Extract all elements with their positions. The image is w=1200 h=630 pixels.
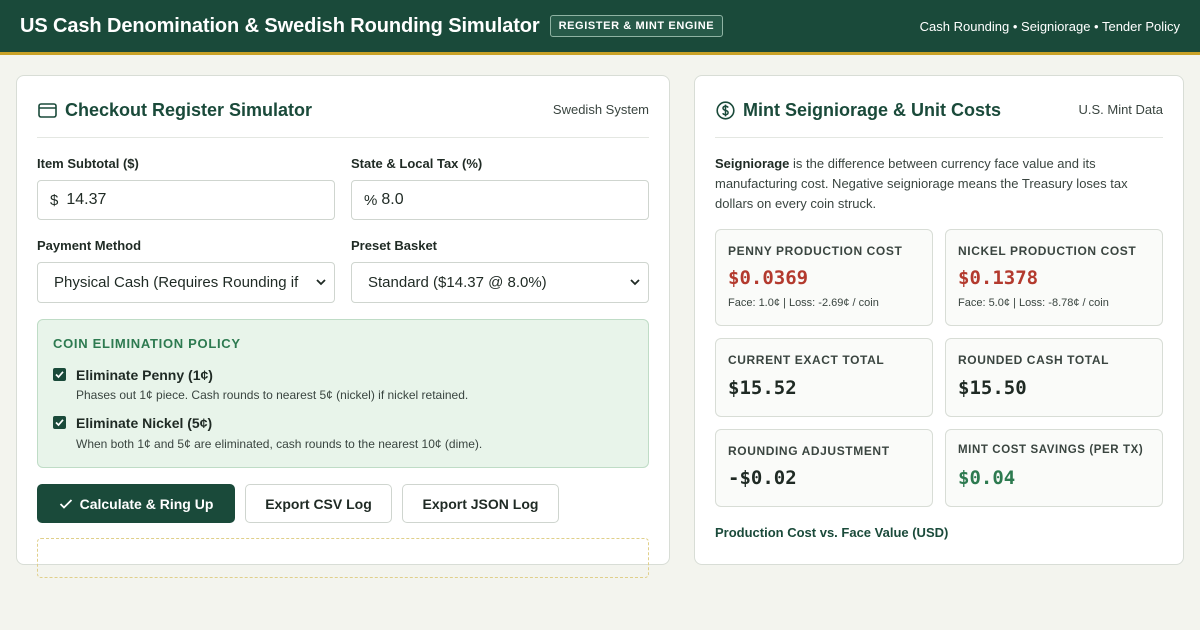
preset-basket-label: Preset Basket [351, 238, 437, 253]
eliminate-nickel-checkbox[interactable] [53, 416, 66, 429]
stat-label: CURRENT EXACT TOTAL [728, 353, 885, 367]
payment-method-select[interactable]: Physical Cash (Requires Rounding if [37, 262, 335, 303]
mint-savings-stat: MINT COST SAVINGS (PER TX) $0.04 [945, 429, 1163, 507]
tax-label: State & Local Tax (%) [351, 156, 483, 171]
penny-cost-stat: PENNY PRODUCTION COST $0.0369 Face: 1.0¢… [715, 229, 933, 326]
dollar-prefix: $ [50, 191, 59, 209]
seigniorage-term: Seigniorage [715, 156, 790, 171]
register-system-tag: Swedish System [552, 102, 649, 117]
coin-elimination-policy: COIN ELIMINATION POLICY Eliminate Penny … [37, 319, 649, 468]
check-icon [55, 419, 64, 427]
payment-method-label: Payment Method [37, 238, 142, 253]
stat-label: MINT COST SAVINGS (PER TX) [958, 444, 1144, 456]
nickel-cost-stat: NICKEL PRODUCTION COST $0.1378 Face: 5.0… [945, 229, 1163, 326]
seigniorage-intro: Seigniorage is the difference between cu… [715, 154, 1163, 214]
register-card-header: Checkout Register Simulator Swedish Syst… [37, 98, 649, 138]
dollar-coin-icon [715, 98, 735, 122]
mint-card: Mint Seigniorage & Unit Costs U.S. Mint … [694, 75, 1184, 565]
exact-total-stat: CURRENT EXACT TOTAL $15.52 [715, 338, 933, 417]
cost-chart-title: Production Cost vs. Face Value (USD) [715, 525, 949, 540]
eliminate-penny-label[interactable]: Eliminate Penny (1¢) [76, 367, 213, 383]
preset-basket-value: Standard ($14.37 @ 8.0%) [368, 274, 547, 291]
register-icon [37, 98, 57, 122]
export-json-button[interactable]: Export JSON Log [402, 484, 559, 523]
export-json-label: Export JSON Log [422, 495, 539, 512]
policy-title: COIN ELIMINATION POLICY [53, 336, 241, 351]
payment-method-value: Physical Cash (Requires Rounding if [54, 274, 299, 291]
subtotal-label: Item Subtotal ($) [37, 156, 139, 171]
stat-label: ROUNDED CASH TOTAL [958, 353, 1110, 367]
top-bar: US Cash Denomination & Swedish Rounding … [0, 0, 1200, 55]
stat-value: $0.04 [958, 467, 1016, 489]
stat-value: $15.50 [958, 377, 1027, 399]
check-icon [59, 498, 72, 509]
stat-note: Face: 5.0¢ | Loss: -8.78¢ / coin [958, 297, 1109, 309]
preset-basket-select[interactable]: Standard ($14.37 @ 8.0%) [351, 262, 649, 303]
stat-label: NICKEL PRODUCTION COST [958, 244, 1137, 258]
eliminate-penny-checkbox[interactable] [53, 368, 66, 381]
calculate-button-label: Calculate & Ring Up [79, 495, 214, 512]
stat-value: $0.1378 [958, 267, 1039, 289]
stat-value: $0.0369 [728, 267, 809, 289]
register-title: Checkout Register Simulator [65, 100, 313, 120]
stat-value: -$0.02 [728, 467, 797, 489]
subtotal-input[interactable]: $ 14.37 [37, 180, 335, 220]
mint-card-header: Mint Seigniorage & Unit Costs U.S. Mint … [715, 98, 1163, 138]
rounded-total-stat: ROUNDED CASH TOTAL $15.50 [945, 338, 1163, 417]
tax-value: 8.0 [381, 191, 404, 208]
tax-input[interactable]: % 8.0 [351, 180, 649, 220]
stat-label: ROUNDING ADJUSTMENT [728, 444, 890, 458]
mint-title: Mint Seigniorage & Unit Costs [743, 100, 1002, 120]
export-csv-label: Export CSV Log [265, 495, 372, 512]
register-card: Checkout Register Simulator Swedish Syst… [16, 75, 670, 578]
chevron-down-icon [316, 279, 326, 286]
top-nav-links[interactable]: Cash Rounding • Seigniorage • Tender Pol… [920, 19, 1180, 34]
eliminate-nickel-label[interactable]: Eliminate Nickel (5¢) [76, 415, 212, 431]
engine-badge: REGISTER & MINT ENGINE [549, 15, 724, 37]
stat-value: $15.52 [728, 377, 797, 399]
stat-label: PENNY PRODUCTION COST [728, 244, 903, 258]
eliminate-penny-desc: Phases out 1¢ piece. Cash rounds to near… [76, 388, 469, 402]
app-title: US Cash Denomination & Swedish Rounding … [20, 14, 540, 37]
rounding-adjustment-stat: ROUNDING ADJUSTMENT -$0.02 [715, 429, 933, 507]
chevron-down-icon [630, 279, 640, 286]
receipt-output-area [37, 538, 649, 578]
mint-data-tag: U.S. Mint Data [1078, 102, 1163, 117]
percent-prefix: % [364, 191, 378, 209]
eliminate-nickel-desc: When both 1¢ and 5¢ are eliminated, cash… [76, 437, 483, 451]
calculate-ring-up-button[interactable]: Calculate & Ring Up [37, 484, 235, 523]
check-icon [55, 371, 64, 379]
export-csv-button[interactable]: Export CSV Log [245, 484, 392, 523]
subtotal-value: 14.37 [66, 191, 107, 208]
stat-note: Face: 1.0¢ | Loss: -2.69¢ / coin [728, 297, 879, 309]
